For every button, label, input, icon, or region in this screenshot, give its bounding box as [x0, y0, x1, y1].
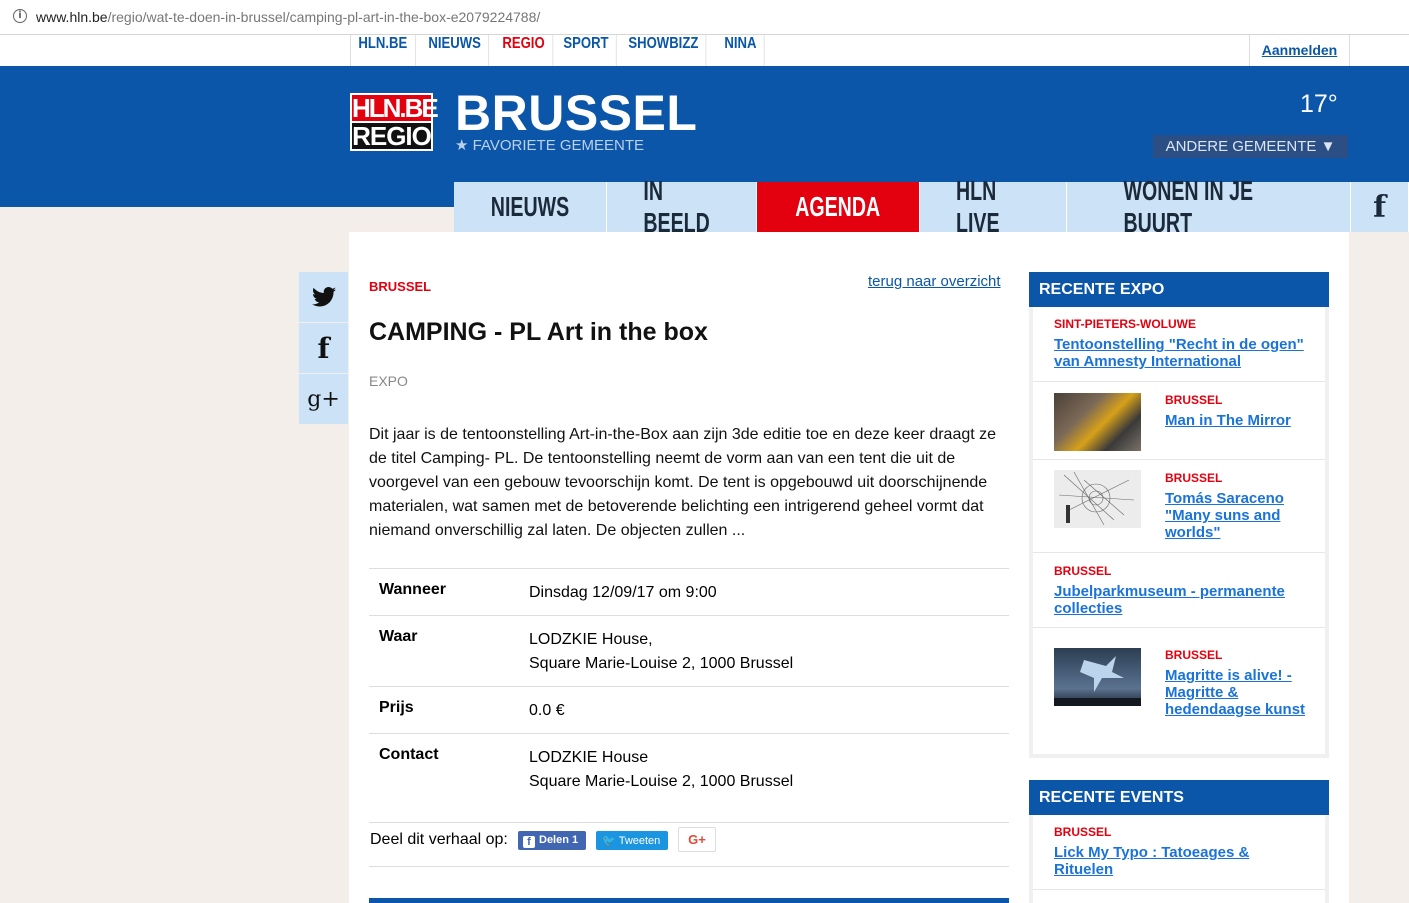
logo-line-1: HLN.BE — [352, 93, 439, 123]
top-nav-nieuws[interactable]: NIEUWS — [421, 35, 489, 66]
item-location: BRUSSEL — [1165, 393, 1223, 407]
recent-expo-widget: RECENTE EXPO SINT-PIETERS-WOLUWE Tentoon… — [1029, 272, 1329, 758]
top-nav-sport[interactable]: SPORT — [556, 35, 617, 66]
item-link[interactable]: Man in The Mirror — [1165, 412, 1315, 429]
top-nav-showbizz[interactable]: SHOWBIZZ — [621, 35, 707, 66]
article-title: CAMPING - PL Art in the box — [369, 318, 708, 346]
item-location: BRUSSEL — [1165, 648, 1223, 662]
article-body: Dit jaar is de tentoonstelling Art-in-th… — [369, 426, 997, 539]
item-thumbnail[interactable] — [1054, 470, 1141, 528]
city-title: BRUSSEL — [455, 85, 698, 141]
list-item[interactable]: BRUSSEL Magritte is alive! - Magritte & … — [1033, 628, 1325, 756]
recent-events-widget: RECENTE EVENTS BRUSSEL Lick My Typo : Ta… — [1029, 780, 1329, 903]
favorite-city-button[interactable]: ★ FAVORIETE GEMEENTE — [455, 136, 644, 154]
logo-line-2: REGIO — [352, 121, 432, 151]
main-navigation: NIEUWS IN BEELD AGENDA HLN LIVE WONEN IN… — [454, 175, 1409, 238]
article-location: BRUSSEL — [369, 279, 432, 294]
login-link[interactable]: Aanmelden — [1249, 35, 1350, 66]
info-icon[interactable]: i — [13, 9, 27, 23]
twitter-share-button[interactable]: 🐦 Tweeten — [596, 831, 668, 850]
list-item[interactable]: BRUSSEL Tomás Saraceno "Many suns and wo… — [1033, 460, 1325, 553]
detail-key: Wanneer — [379, 581, 446, 598]
list-item[interactable]: SINT-PIETERS-WOLUWE Tentoonstelling "Rec… — [1033, 307, 1325, 382]
top-nav-hln[interactable]: HLN.BE — [351, 35, 416, 66]
item-link[interactable]: Magritte is alive! - Magritte & hedendaa… — [1165, 667, 1310, 718]
nav-nieuws[interactable]: NIEUWS — [454, 182, 607, 232]
favorite-label: FAVORIETE GEMEENTE — [472, 137, 645, 154]
back-to-overview-link[interactable]: terug naar overzicht — [868, 273, 1001, 290]
detail-key: Contact — [379, 746, 439, 763]
item-link[interactable]: Tomás Saraceno "Many suns and worlds" — [1165, 490, 1315, 541]
section-divider — [369, 898, 1009, 903]
item-thumbnail[interactable] — [1054, 648, 1141, 706]
item-link[interactable]: Jubelparkmuseum - permanente collecties — [1054, 583, 1314, 617]
twitter-share-button[interactable] — [299, 272, 348, 322]
table-row: Wanneer Dinsdag 12/09/17 om 9:00 — [369, 569, 1009, 616]
googleplus-icon: g+ — [307, 386, 340, 412]
detail-value: LODZKIE House, Square Marie-Louise 2, 100… — [529, 631, 794, 672]
list-item[interactable]: BRUSSEL Lick My Typo : Tatoeages & Ritue… — [1033, 815, 1325, 890]
item-location: BRUSSEL — [1054, 564, 1112, 578]
nav-hln-live[interactable]: HLN LIVE — [920, 175, 1068, 238]
event-details-table: Wanneer Dinsdag 12/09/17 om 9:00 Waar LO… — [369, 568, 1009, 823]
social-share-sidebar: f g+ — [299, 272, 348, 425]
star-icon: ★ — [455, 136, 469, 154]
top-navigation: HLN.BE NIEUWS REGIO SPORT SHOWBIZZ NINA … — [0, 35, 1409, 66]
list-item[interactable]: BRUSSEL Jubelparkmuseum - permanente col… — [1033, 553, 1325, 628]
sculpture-image — [1058, 471, 1135, 526]
article-category: EXPO — [369, 373, 408, 389]
nav-facebook[interactable]: f — [1351, 182, 1409, 232]
item-location: BRUSSEL — [1054, 825, 1112, 839]
share-bar: Deel dit verhaal op: f Delen 1 🐦 Tweeten G… — [369, 816, 1009, 867]
twitter-icon — [311, 287, 336, 307]
detail-value: Dinsdag 12/09/17 om 9:00 — [529, 584, 717, 601]
facebook-share-button[interactable]: f — [299, 323, 348, 373]
item-link[interactable]: Lick My Typo : Tatoeages & Rituelen — [1054, 844, 1309, 878]
events-list: BRUSSEL Lick My Typo : Tatoeages & Ritue… — [1033, 815, 1325, 903]
facebook-share-button[interactable]: f Delen 1 — [518, 831, 586, 850]
detail-value: LODZKIE House Square Marie-Louise 2, 1000… — [529, 749, 794, 790]
widget-heading: RECENTE EVENTS — [1029, 780, 1329, 815]
facebook-icon: f — [317, 331, 330, 365]
other-city-dropdown[interactable]: ANDERE GEMEENTE ▼ — [1153, 135, 1348, 158]
detail-key: Prijs — [379, 699, 414, 716]
widget-heading: RECENTE EXPO — [1029, 272, 1329, 307]
top-nav-nina[interactable]: NINA — [717, 35, 765, 66]
table-row: Waar LODZKIE House, Square Marie-Louise 2… — [369, 616, 1009, 687]
browser-address-bar[interactable]: i www.hln.be/regio/wat-te-doen-in-brusse… — [0, 0, 1409, 35]
expo-list: SINT-PIETERS-WOLUWE Tentoonstelling "Rec… — [1033, 307, 1325, 754]
list-item[interactable]: BRUSSEL Man in The Mirror — [1033, 382, 1325, 460]
share-label: Deel dit verhaal op: — [370, 831, 508, 848]
item-location: BRUSSEL — [1165, 471, 1223, 485]
top-nav-regio[interactable]: REGIO — [495, 35, 553, 66]
detail-value: 0.0 € — [529, 702, 565, 719]
table-row: Contact LODZKIE House Square Marie-Louise… — [369, 734, 1009, 823]
url-text[interactable]: www.hln.be/regio/wat-te-doen-in-brussel/… — [36, 9, 540, 25]
googleplus-share-button[interactable]: g+ — [299, 374, 348, 424]
nav-in-beeld[interactable]: IN BEELD — [607, 175, 758, 238]
twitter-icon: 🐦 — [602, 834, 616, 847]
bird-image — [1054, 656, 1141, 706]
facebook-icon: f — [1373, 189, 1386, 225]
hln-regio-logo[interactable]: HLN.BE REGIO — [350, 93, 439, 151]
item-location: SINT-PIETERS-WOLUWE — [1054, 317, 1196, 331]
nav-agenda[interactable]: AGENDA — [757, 182, 920, 232]
item-thumbnail[interactable] — [1054, 393, 1141, 451]
top-nav-links: HLN.BE NIEUWS REGIO SPORT SHOWBIZZ NINA — [350, 35, 766, 66]
table-row: Prijs 0.0 € — [369, 687, 1009, 734]
facebook-icon: f — [523, 836, 535, 848]
item-link[interactable]: Tentoonstelling "Recht in de ogen" van A… — [1054, 336, 1309, 370]
googleplus-share-button[interactable]: G+ — [678, 827, 716, 852]
temperature: 17° — [1300, 90, 1338, 118]
nav-wonen-in-je-buurt[interactable]: WONEN IN JE BUURT — [1067, 175, 1352, 238]
detail-key: Waar — [379, 628, 418, 645]
